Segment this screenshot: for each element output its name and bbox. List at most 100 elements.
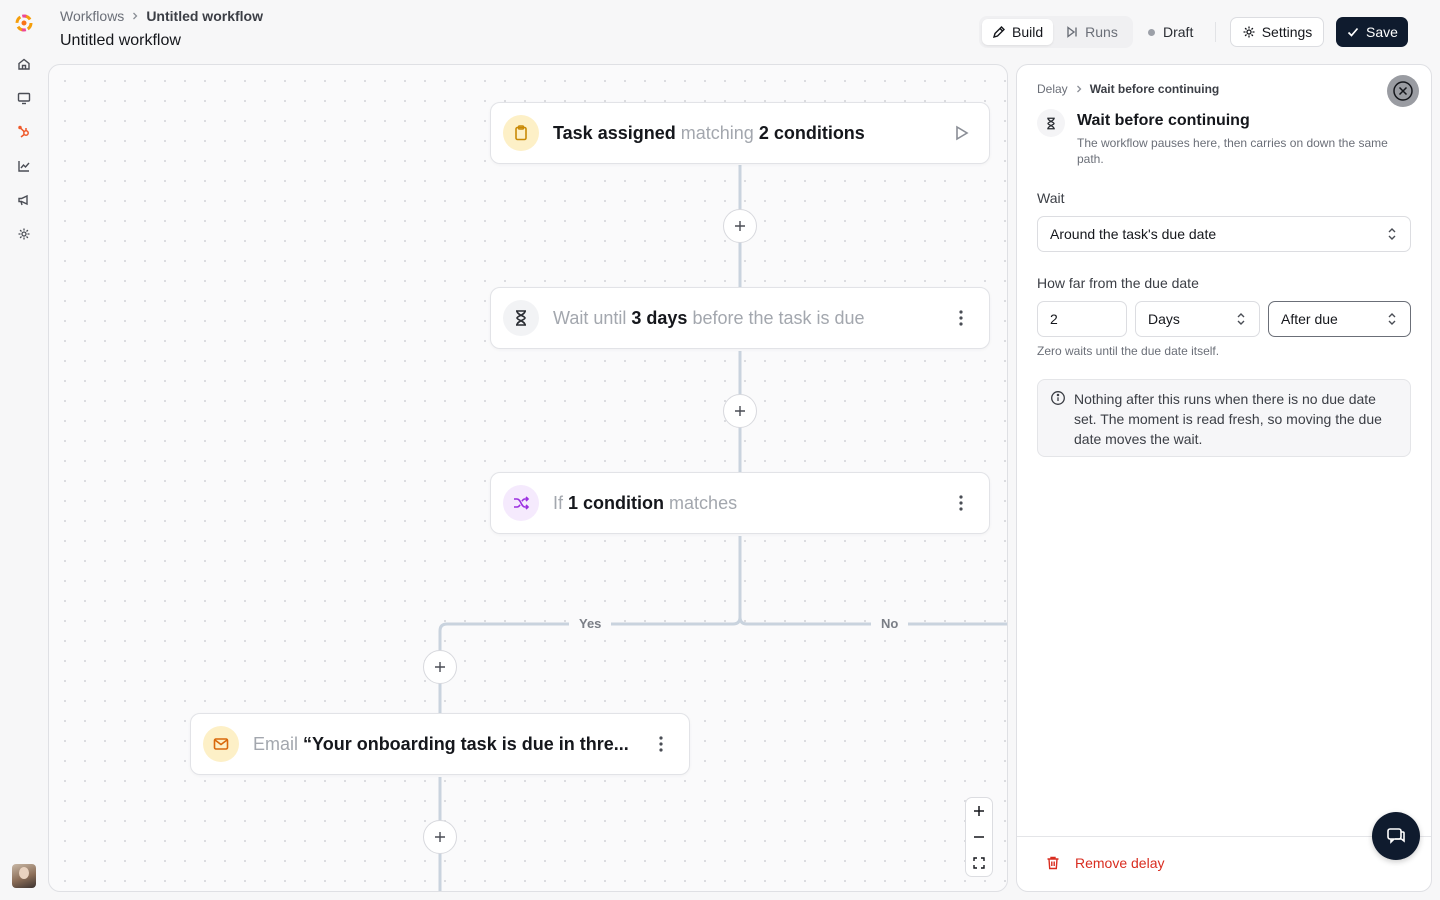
add-step-button[interactable] [423,820,457,854]
zoom-in-button[interactable] [966,798,992,824]
plus-icon [735,406,745,416]
close-icon [1393,81,1413,101]
wait-bold: 3 days [631,307,688,328]
avatar[interactable] [12,864,36,888]
play-skip-icon [1067,26,1077,38]
chat-button[interactable] [1372,812,1420,860]
hourglass-icon [1037,109,1065,137]
check-icon [1347,27,1359,37]
trash-icon [1047,856,1059,870]
panel-breadcrumb-root[interactable]: Delay [1037,82,1068,96]
info-icon [1051,391,1065,405]
tab-runs[interactable]: Runs [1055,19,1128,45]
info-callout: Nothing after this runs when there is no… [1037,379,1411,457]
tab-build-label: Build [1012,24,1044,40]
chevron-up-down-icon [1388,313,1396,325]
panel-breadcrumb: Delay Wait before continuing [1037,82,1219,96]
header-divider [1215,22,1216,42]
offset-amount-input[interactable] [1037,301,1127,337]
fit-view-button[interactable] [966,850,992,876]
remove-delay-button[interactable]: Remove delay [1045,855,1165,871]
trigger-text: Task assigned matching 2 conditions [553,123,949,144]
chat-icon [1387,828,1405,844]
status-dot [1148,28,1155,36]
branch-bold: 1 condition [568,492,665,513]
minus-icon [974,836,984,838]
offset-label: How far from the due date [1037,275,1199,291]
shuffle-icon [503,485,539,521]
more-vertical-icon[interactable] [649,732,673,756]
monitor-icon[interactable] [14,88,34,108]
workflow-canvas[interactable]: Task assigned matching 2 conditions Wait… [48,64,1008,892]
plus-icon [435,832,445,842]
panel-subtitle: The workflow pauses here, then carries o… [1077,136,1388,166]
email-node[interactable]: Email “Your onboarding task is due in th… [190,713,690,775]
info-callout-text: Nothing after this runs when there is no… [1074,391,1382,447]
plus-icon [735,221,745,231]
zoom-out-button[interactable] [966,824,992,850]
branch-node[interactable]: If 1 condition matches [490,472,990,534]
wait-label: Wait [1037,190,1065,206]
save-label: Save [1366,24,1398,40]
offset-unit-value: Days [1148,311,1180,327]
add-step-button[interactable] [723,394,757,428]
wait-pre: Wait until [553,307,627,328]
left-rail [0,0,48,900]
panel-footer-divider [1017,836,1431,837]
status-text: Draft [1163,24,1194,40]
breadcrumb: Workflows Untitled workflow [60,8,263,24]
play-icon[interactable] [949,121,973,145]
megaphone-icon[interactable] [14,190,34,210]
chevron-right-icon [1076,85,1082,93]
chevron-right-icon [133,12,138,20]
branch-no-label: No [871,616,909,631]
view-tabs: Build Runs [979,16,1133,48]
trigger-bold: 2 conditions [758,122,865,143]
hub-icon[interactable] [14,122,34,142]
clipboard-icon [503,115,539,151]
plus-icon [435,662,445,672]
mail-icon [203,726,239,762]
branch-post: matches [669,492,738,513]
branch-pre: If [553,492,564,513]
close-panel-button[interactable] [1387,75,1419,107]
email-pre: Email [253,733,299,754]
status-badge: Draft [1148,22,1193,42]
trigger-pre: Task assigned [553,122,676,143]
settings-button[interactable]: Settings [1230,17,1324,47]
home-icon[interactable] [14,54,34,74]
add-step-button[interactable] [423,650,457,684]
panel-breadcrumb-current: Wait before continuing [1089,82,1220,96]
email-text: Email “Your onboarding task is due in th… [253,734,649,755]
breadcrumb-root[interactable]: Workflows [60,8,124,24]
wait-post: before the task is due [692,307,865,328]
chart-icon[interactable] [14,156,34,176]
step-details-panel: Delay Wait before continuing Wait before… [1016,64,1432,892]
pencil-icon [992,26,1005,39]
wait-select-value: Around the task's due date [1050,226,1217,242]
add-step-button[interactable] [723,209,757,243]
more-vertical-icon[interactable] [949,306,973,330]
zoom-controls [965,797,993,877]
branch-yes-label: Yes [569,616,612,631]
gear-icon[interactable] [14,224,34,244]
wait-select[interactable]: Around the task's due date [1037,216,1411,252]
plus-icon [974,806,984,816]
hourglass-icon [503,300,539,336]
app-logo-icon[interactable] [13,12,35,34]
panel-title: Wait before continuing [1077,112,1250,129]
offset-unit-select[interactable]: Days [1135,301,1260,337]
wait-text: Wait until 3 days before the task is due [553,308,949,329]
tab-build[interactable]: Build [982,19,1054,45]
wait-node[interactable]: Wait until 3 days before the task is due [490,287,990,349]
more-vertical-icon[interactable] [949,491,973,515]
trigger-node[interactable]: Task assigned matching 2 conditions [490,102,990,164]
tab-runs-label: Runs [1085,24,1118,40]
fullscreen-icon [973,857,985,869]
branch-text: If 1 condition matches [553,493,949,514]
page-title: Untitled workflow [60,32,181,49]
trigger-mid: matching [680,122,754,143]
save-button[interactable]: Save [1336,17,1408,47]
settings-label: Settings [1261,24,1313,40]
offset-direction-select[interactable]: After due [1268,301,1411,337]
